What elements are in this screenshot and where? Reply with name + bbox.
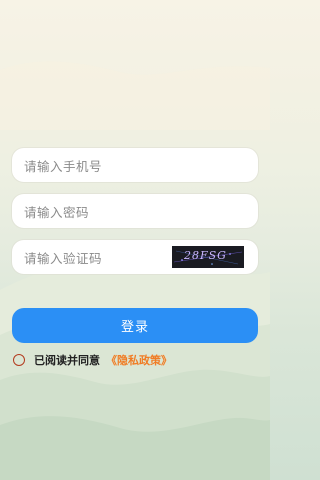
captcha-input[interactable]: 请输入验证码 28FSG xyxy=(12,240,258,274)
captcha-text: 28FSG xyxy=(184,249,227,262)
privacy-policy-link[interactable]: 《隐私政策》 xyxy=(106,352,172,368)
agreement-row: 已阅读并同意 《隐私政策》 xyxy=(13,352,172,368)
agreement-text: 已阅读并同意 xyxy=(34,354,100,367)
phone-placeholder: 请输入手机号 xyxy=(24,158,103,174)
password-input[interactable]: 请输入密码 xyxy=(12,194,258,228)
captcha-image[interactable]: 28FSG xyxy=(172,246,244,268)
agree-radio[interactable] xyxy=(13,354,25,366)
phone-input[interactable]: 请输入手机号 xyxy=(12,148,258,182)
captcha-placeholder: 请输入验证码 xyxy=(24,250,103,266)
login-button[interactable]: 登录 xyxy=(12,308,258,343)
password-placeholder: 请输入密码 xyxy=(24,204,90,220)
